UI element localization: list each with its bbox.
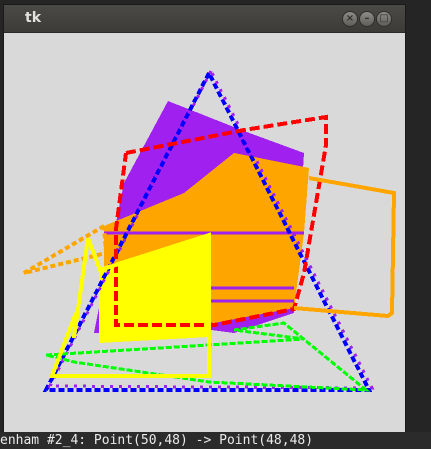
tk-window: × – □ tk	[3, 4, 406, 436]
drawing-canvas[interactable]	[4, 33, 405, 435]
desktop: × – □ tk enham #2_4: Point(50,48) -> Poi…	[0, 0, 431, 449]
maximize-icon[interactable]: □	[376, 11, 392, 27]
close-icon[interactable]: ×	[342, 11, 358, 27]
terminal-output-line: enham #2_4: Point(50,48) -> Point(48,48)	[0, 432, 431, 449]
canvas-drawing	[22, 70, 397, 392]
window-title: tk	[25, 10, 42, 26]
minimize-icon[interactable]: –	[359, 11, 375, 27]
title-bar[interactable]: × – □ tk	[4, 5, 405, 33]
orange-outline-right	[293, 176, 397, 319]
